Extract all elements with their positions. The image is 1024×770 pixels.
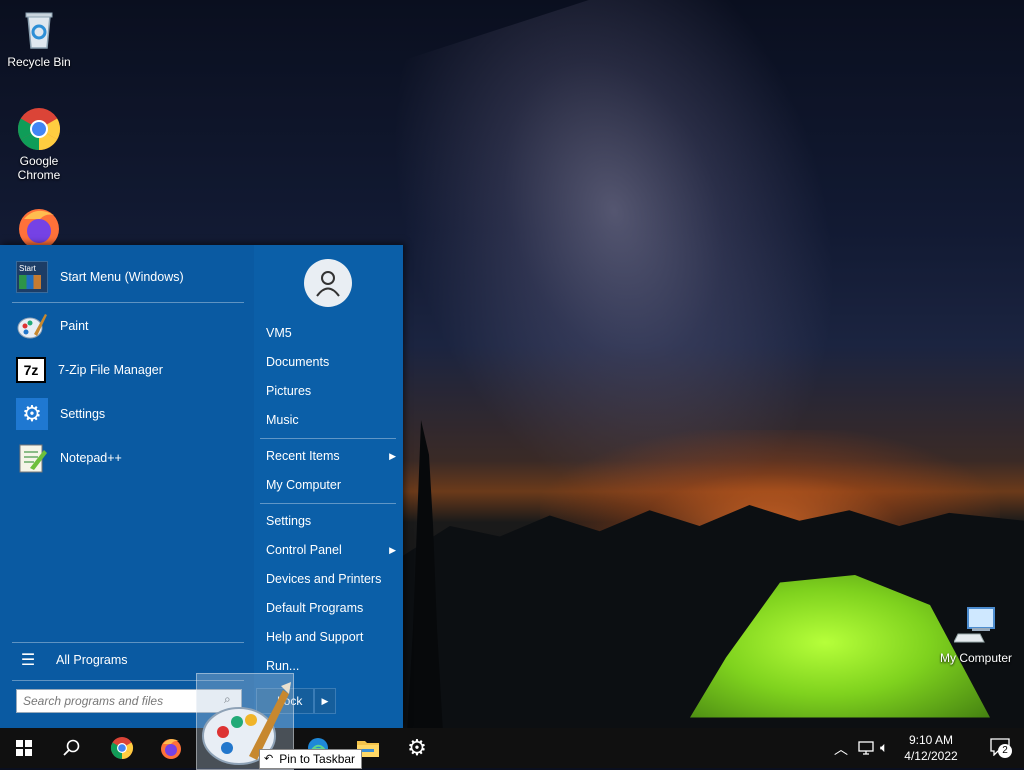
user-icon xyxy=(316,271,340,297)
search-icon xyxy=(63,739,80,756)
right-item-label: Default Programs xyxy=(266,601,364,615)
taskbar: ⚙ ︿ 🔈︎ 9:10 AM 4/12/2022 2 xyxy=(0,728,1024,768)
7zip-icon: 7z xyxy=(16,357,46,383)
right-item-label: Control Panel xyxy=(266,543,342,557)
taskbar-search-button[interactable] xyxy=(48,728,96,768)
all-programs-button[interactable]: ☰ All Programs xyxy=(16,644,128,676)
taskbar-firefox[interactable] xyxy=(147,728,195,768)
pinned-item-notepad[interactable]: Notepad++ xyxy=(16,442,122,474)
all-programs-label: All Programs xyxy=(56,653,128,667)
submenu-arrow-icon: ▶ xyxy=(389,451,396,461)
right-item-recent-items[interactable]: Recent Items ▶ xyxy=(266,445,396,467)
firefox-icon xyxy=(161,739,181,759)
taskbar-settings[interactable]: ⚙ xyxy=(393,728,441,768)
pinned-item-7zip[interactable]: 7z 7-Zip File Manager xyxy=(16,354,163,386)
right-item-label: Run... xyxy=(266,659,300,673)
separator xyxy=(12,302,244,303)
desktop-icon-label: My Computer xyxy=(939,651,1013,665)
network-icon[interactable] xyxy=(858,741,874,755)
right-item-label: Devices and Printers xyxy=(266,572,382,586)
right-item-label: Pictures xyxy=(266,384,312,398)
start-button[interactable] xyxy=(0,728,48,768)
right-item-label: Help and Support xyxy=(266,630,364,644)
right-item-music[interactable]: Music xyxy=(266,409,396,431)
pinned-item-label: Paint xyxy=(60,319,89,333)
clock[interactable]: 9:10 AM 4/12/2022 xyxy=(896,732,966,764)
right-item-devices-printers[interactable]: Devices and Printers xyxy=(266,568,396,590)
right-item-vm5[interactable]: VM5 xyxy=(266,322,396,344)
pinned-item-paint[interactable]: Paint xyxy=(16,310,89,342)
show-hidden-icons-icon[interactable]: ︿ xyxy=(834,739,848,759)
pinned-item-label: 7-Zip File Manager xyxy=(58,363,163,377)
right-item-control-panel[interactable]: Control Panel ▶ xyxy=(266,539,396,561)
right-item-help-support[interactable]: Help and Support xyxy=(266,626,396,648)
notification-count-badge: 2 xyxy=(998,744,1012,758)
system-tray: ︿ 🔈︎ 9:10 AM 4/12/2022 2 xyxy=(824,728,1024,768)
lock-options-button[interactable]: ▶ xyxy=(314,688,336,714)
right-item-label: Settings xyxy=(266,514,312,528)
pinned-item-label: Start Menu (Windows) xyxy=(60,270,184,284)
right-item-label: Documents xyxy=(266,355,330,369)
right-item-default-programs[interactable]: Default Programs xyxy=(266,597,396,619)
pinned-item-label: Settings xyxy=(60,407,106,421)
recycle-bin-icon xyxy=(25,12,53,49)
separator xyxy=(260,503,396,504)
volume-icon[interactable]: 🔈︎ xyxy=(880,739,888,756)
right-item-pictures[interactable]: Pictures xyxy=(266,380,396,402)
right-item-documents[interactable]: Documents xyxy=(266,351,396,373)
pinned-item-label: Notepad++ xyxy=(60,451,122,465)
desktop-icon-label: Google Chrome xyxy=(17,154,61,182)
firefox-icon xyxy=(19,209,59,249)
separator xyxy=(260,438,396,439)
windows-logo-icon xyxy=(16,740,32,756)
pin-icon: ↶ xyxy=(264,753,274,765)
right-item-settings[interactable]: Settings xyxy=(266,510,396,532)
chrome-icon xyxy=(111,737,133,759)
right-item-label: Music xyxy=(266,413,299,427)
gear-icon: ⚙ xyxy=(407,735,427,760)
gear-icon: ⚙ xyxy=(16,398,48,430)
submenu-arrow-icon: ▶ xyxy=(389,545,396,555)
notification-center-button[interactable]: 2 xyxy=(988,738,1016,760)
desktop-icon-my-computer[interactable]: My Computer xyxy=(936,604,1016,665)
desktop-icon-recycle-bin[interactable]: Recycle Bin xyxy=(0,8,78,69)
notepad-icon xyxy=(19,444,47,473)
chrome-icon xyxy=(17,108,61,150)
start-menu-icon: Start xyxy=(16,261,48,293)
right-item-my-computer[interactable]: My Computer xyxy=(266,474,396,496)
user-avatar[interactable] xyxy=(304,259,352,307)
start-menu-right-pane: VM5 Documents Pictures Music Recent Item… xyxy=(254,245,403,728)
clock-time: 9:10 AM xyxy=(908,733,954,747)
paint-icon xyxy=(17,314,47,339)
separator xyxy=(12,642,244,643)
pinned-item-start-menu[interactable]: Start Start Menu (Windows) xyxy=(16,261,184,293)
right-item-label: My Computer xyxy=(266,478,342,492)
computer-icon xyxy=(954,607,995,643)
start-tile-text: Start xyxy=(19,264,36,273)
list-icon: ☰ xyxy=(20,652,36,669)
desktop-icon-google-chrome[interactable]: Google Chrome xyxy=(0,107,78,182)
tooltip-text: Pin to Taskbar xyxy=(279,752,356,766)
taskbar-chrome[interactable] xyxy=(98,728,146,768)
pinned-item-settings[interactable]: ⚙ Settings xyxy=(16,398,105,430)
right-item-label: Recent Items xyxy=(266,449,340,463)
desktop-icon-label: Recycle Bin xyxy=(7,55,71,69)
start-menu-left-pane: Start Start Menu (Windows) Paint 7z 7-Zi… xyxy=(0,245,254,728)
clock-date: 4/12/2022 xyxy=(904,749,958,763)
desktop-icon-firefox[interactable] xyxy=(16,205,62,249)
start-menu: Start Start Menu (Windows) Paint 7z 7-Zi… xyxy=(0,245,403,728)
right-item-label: VM5 xyxy=(266,326,292,340)
pin-to-taskbar-tooltip: ↶ Pin to Taskbar xyxy=(259,749,363,769)
